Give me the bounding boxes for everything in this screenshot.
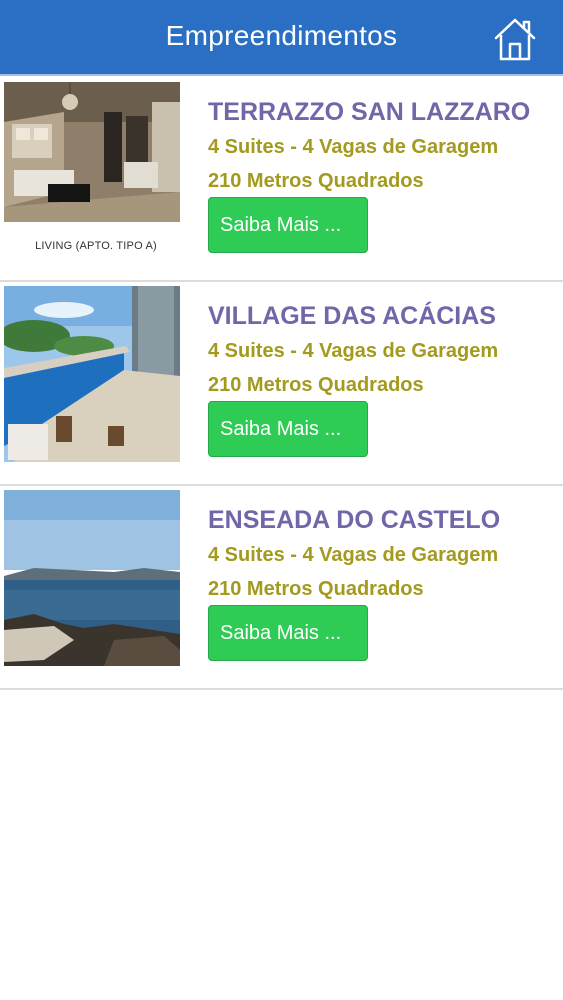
listing-area: 210 Metros Quadrados — [208, 578, 424, 600]
listing-area: 210 Metros Quadrados — [208, 374, 424, 396]
listing-image-seaside[interactable] — [4, 490, 180, 670]
app-header: Empreendimentos — [0, 0, 563, 76]
image-caption: LIVING (APTO. TIPO A) — [35, 240, 157, 252]
listing-card: VILLAGE DAS ACÁCIAS 4 Suites - 4 Vagas d… — [0, 282, 563, 486]
listing-card: LIVING (APTO. TIPO A) TERRAZZO SAN LAZZA… — [0, 78, 563, 282]
listing-suites: 4 Suites - 4 Vagas de Garagem — [208, 340, 499, 362]
listing-list: LIVING (APTO. TIPO A) TERRAZZO SAN LAZZA… — [0, 78, 563, 690]
listing-name[interactable]: ENSEADA DO CASTELO — [208, 506, 500, 535]
listing-image-pool[interactable] — [4, 286, 180, 466]
listing-name[interactable]: TERRAZZO SAN LAZZARO — [208, 98, 530, 127]
listing-image-living-room[interactable]: LIVING (APTO. TIPO A) — [4, 82, 180, 262]
listing-area: 210 Metros Quadrados — [208, 170, 424, 192]
listing-suites: 4 Suites - 4 Vagas de Garagem — [208, 136, 499, 158]
saiba-mais-button[interactable]: Saiba Mais ... — [208, 401, 368, 457]
listing-card: ENSEADA DO CASTELO 4 Suites - 4 Vagas de… — [0, 486, 563, 690]
listing-name[interactable]: VILLAGE DAS ACÁCIAS — [208, 302, 496, 331]
saiba-mais-button[interactable]: Saiba Mais ... — [208, 605, 368, 661]
home-icon — [494, 18, 536, 61]
home-button[interactable] — [493, 16, 537, 62]
saiba-mais-button[interactable]: Saiba Mais ... — [208, 197, 368, 253]
listing-suites: 4 Suites - 4 Vagas de Garagem — [208, 544, 499, 566]
page-title: Empreendimentos — [165, 20, 398, 51]
